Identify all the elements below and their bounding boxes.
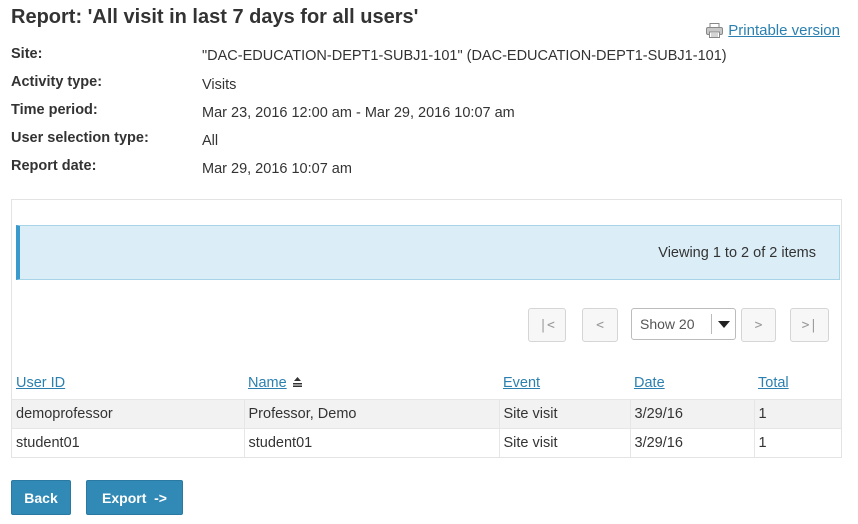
page-size-value: Show 20: [640, 316, 695, 332]
meta-value: "DAC-EDUCATION-DEPT1-SUBJ1-101" (DAC-EDU…: [202, 48, 727, 64]
meta-value: Mar 29, 2016 10:07 am: [202, 161, 352, 177]
meta-label: Activity type:: [11, 74, 103, 90]
chevron-down-icon: [712, 320, 735, 328]
meta-value: All: [202, 133, 219, 149]
meta-row-time-period: Time period: Mar 23, 2016 12:00 am - Mar…: [11, 102, 831, 121]
export-button[interactable]: Export ->: [86, 480, 183, 515]
viewing-text: Viewing 1 to 2 of 2 items: [658, 244, 816, 261]
cell-user-id: demoprofessor: [12, 398, 245, 428]
column-header-date: Date: [630, 368, 754, 399]
sort-date-link[interactable]: Date: [634, 375, 665, 391]
cell-total: 1: [754, 398, 841, 428]
meta-value: Mar 23, 2016 12:00 am - Mar 29, 2016 10:…: [202, 105, 515, 121]
column-header-event: Event: [499, 368, 630, 399]
meta-label: User selection type:: [11, 130, 149, 146]
cell-name: Professor, Demo: [244, 398, 500, 428]
table-header-row: User ID Name Event Date Total: [12, 368, 841, 399]
viewing-banner: Viewing 1 to 2 of 2 items: [16, 225, 840, 280]
sort-total-link[interactable]: Total: [758, 375, 789, 391]
report-table: User ID Name Event Date Total demoprofes…: [12, 368, 841, 457]
cell-date: 3/29/16: [630, 427, 755, 457]
printable-version[interactable]: Printable version: [706, 22, 840, 39]
next-page-button[interactable]: >: [741, 308, 776, 342]
meta-label: Site:: [11, 46, 43, 62]
table-row: student01 student01 Site visit 3/29/16 1: [12, 427, 841, 457]
sort-ascending-icon: [292, 377, 302, 390]
report-panel: Viewing 1 to 2 of 2 items |< < Show 20 >…: [11, 199, 842, 458]
cell-name: student01: [244, 427, 500, 457]
page-size-select[interactable]: Show 20: [631, 308, 736, 340]
meta-row-user-selection: User selection type: All: [11, 130, 831, 149]
column-header-total: Total: [754, 368, 841, 399]
sort-event-link[interactable]: Event: [503, 375, 540, 391]
cell-event: Site visit: [499, 398, 631, 428]
meta-label: Report date:: [11, 158, 97, 174]
printer-icon: [706, 23, 724, 38]
cell-event: Site visit: [499, 427, 631, 457]
page-title: Report: 'All visit in last 7 days for al…: [11, 6, 419, 28]
sort-user-id-link[interactable]: User ID: [16, 375, 65, 391]
cell-user-id: student01: [12, 427, 245, 457]
cell-total: 1: [754, 427, 841, 457]
meta-row-site: Site: "DAC-EDUCATION-DEPT1-SUBJ1-101" (D…: [11, 46, 831, 64]
last-page-button[interactable]: >|: [790, 308, 829, 342]
table-row: demoprofessor Professor, Demo Site visit…: [12, 398, 841, 428]
meta-row-activity: Activity type: Visits: [11, 74, 831, 93]
back-button[interactable]: Back: [11, 480, 71, 515]
cell-date: 3/29/16: [630, 398, 755, 428]
previous-page-button[interactable]: <: [582, 308, 618, 342]
column-header-name: Name: [244, 368, 499, 399]
meta-row-report-date: Report date: Mar 29, 2016 10:07 am: [11, 158, 831, 177]
first-page-button[interactable]: |<: [528, 308, 566, 342]
sort-name-link[interactable]: Name: [248, 375, 287, 391]
meta-value: Visits: [202, 77, 237, 93]
printable-version-link[interactable]: Printable version: [728, 22, 840, 39]
meta-label: Time period:: [11, 102, 98, 118]
column-header-user-id: User ID: [12, 368, 244, 399]
